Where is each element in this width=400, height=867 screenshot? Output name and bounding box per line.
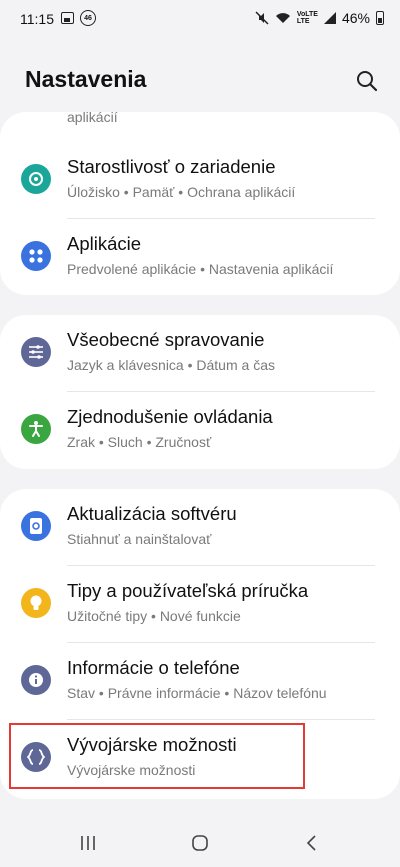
search-button[interactable] — [354, 68, 380, 94]
settings-item-about-phone[interactable]: Informácie o telefóne Stav • Právne info… — [0, 643, 400, 719]
settings-item-sub: Stav • Právne informácie • Názov telefón… — [67, 685, 327, 701]
mute-icon — [255, 11, 269, 25]
settings-item-tips[interactable]: Tipy a používateľská príručka Užitočné t… — [0, 566, 400, 642]
info-icon — [21, 665, 51, 695]
home-button[interactable] — [182, 825, 218, 861]
back-icon — [306, 835, 316, 851]
settings-item-accessibility[interactable]: Zjednodušenie ovládania Zrak • Sluch • Z… — [0, 392, 400, 468]
status-bar: 11:15 46 VoLTE LTE 46% — [0, 0, 400, 36]
accessibility-icon — [21, 414, 51, 444]
recents-button[interactable] — [70, 825, 106, 861]
home-icon — [192, 835, 208, 851]
back-button[interactable] — [294, 825, 330, 861]
settings-item-label: Tipy a používateľská príručka — [67, 580, 309, 601]
settings-item-sub: Zrak • Sluch • Zručnosť — [67, 434, 212, 450]
settings-item-device-care[interactable]: Starostlivosť o zariadenie Úložisko • Pa… — [0, 142, 400, 218]
wifi-icon — [275, 13, 290, 23]
gallery-notification-icon — [61, 12, 74, 24]
battery-percent: 46% — [341, 10, 370, 26]
recents-icon — [81, 836, 95, 850]
notification-badge: 46 — [80, 10, 96, 26]
partial-item-sub: aplikácií — [67, 109, 118, 125]
highlight-box — [9, 723, 305, 789]
settings-item-label: Zjednodušenie ovládania — [67, 406, 273, 427]
settings-item-label: Aplikácie — [67, 233, 142, 254]
settings-item-sub: Jazyk a klávesnica • Dátum a čas — [67, 357, 275, 373]
signal-icon — [323, 12, 336, 24]
search-icon — [357, 71, 378, 92]
settings-item-label: Aktualizácia softvéru — [67, 503, 237, 524]
settings-item-label: Všeobecné spravovanie — [67, 329, 265, 350]
page-title: Nastavenia — [25, 66, 147, 92]
network-type: VoLTE LTE — [296, 11, 318, 25]
settings-item-general-management[interactable]: Všeobecné spravovanie Jazyk a klávesnica… — [0, 315, 400, 391]
settings-item-sub: Stiahnuť a nainštalovať — [67, 531, 212, 547]
battery-icon — [376, 11, 384, 25]
settings-item-apps[interactable]: Aplikácie Predvolené aplikácie • Nastave… — [0, 219, 400, 295]
settings-group-general: Všeobecné spravovanie Jazyk a klávesnica… — [0, 315, 400, 469]
apps-icon — [21, 241, 51, 271]
device-care-icon — [21, 164, 51, 194]
sliders-icon — [21, 337, 51, 367]
settings-item-sub: Úložisko • Pamäť • Ochrana aplikácií — [67, 184, 296, 200]
settings-item-sub: Predvolené aplikácie • Nastavenia apliká… — [67, 261, 334, 277]
software-update-icon — [21, 511, 51, 541]
settings-item-software-update[interactable]: Aktualizácia softvéru Stiahnuť a nainšta… — [0, 489, 400, 565]
lightbulb-icon — [21, 588, 51, 618]
settings-group-partial: aplikácií Starostlivosť o zariadenie Úlo… — [0, 109, 400, 295]
settings-item-sub: Užitočné tipy • Nové funkcie — [67, 608, 241, 624]
settings-item-label: Starostlivosť o zariadenie — [67, 156, 276, 177]
settings-item-label: Informácie o telefóne — [67, 657, 240, 678]
status-time: 11:15 — [20, 11, 54, 27]
navigation-bar — [0, 815, 400, 867]
